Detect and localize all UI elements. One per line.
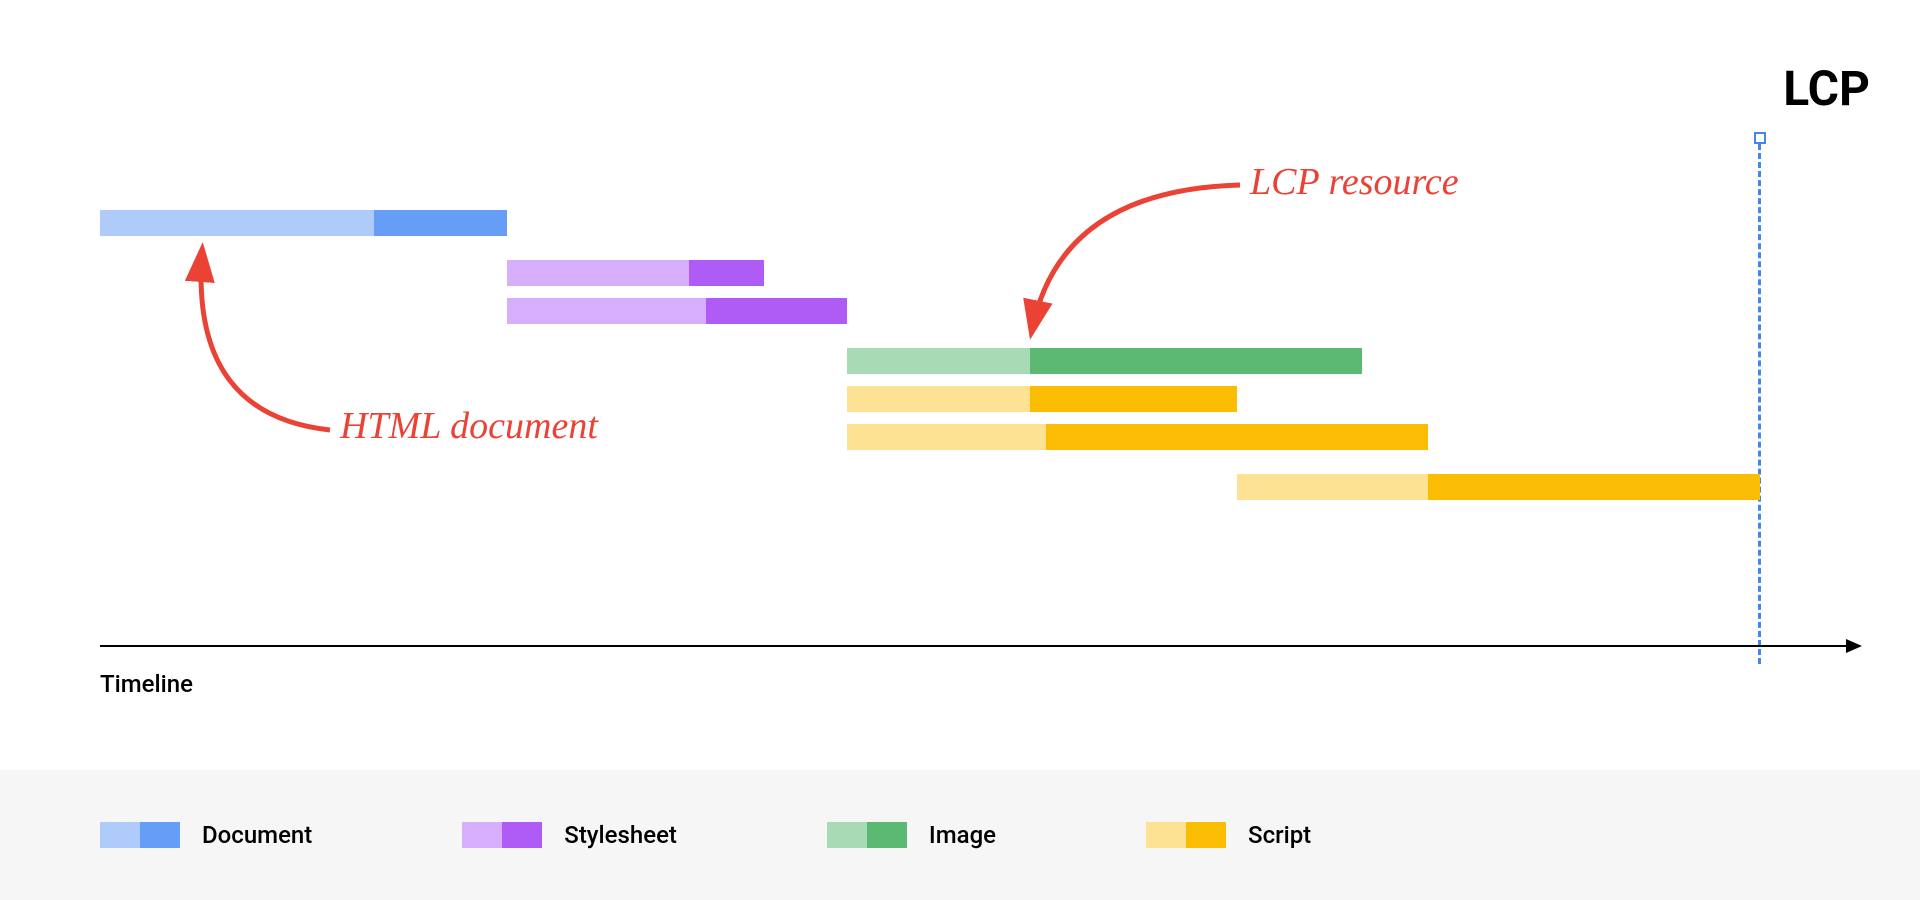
resource-bar-script [847, 386, 1237, 412]
legend-label: Document [202, 821, 312, 849]
chart-area: LCP Timeline [100, 80, 1860, 700]
timeline-axis [100, 645, 1860, 647]
resource-bar-image [847, 348, 1362, 374]
annotation-lcp-resource: LCP resource [1250, 160, 1459, 204]
swatch-icon [462, 822, 542, 848]
resource-bar-stylesheet [507, 260, 764, 286]
resource-bar-stylesheet [507, 298, 847, 324]
legend-item-image: Image [827, 821, 996, 849]
resource-bar-script [847, 424, 1428, 450]
legend-label: Stylesheet [564, 821, 677, 849]
arrow-icon [1000, 170, 1260, 350]
legend-label: Image [929, 821, 996, 849]
legend-label: Script [1248, 821, 1311, 849]
lcp-label: LCP [1783, 60, 1870, 117]
lcp-marker-line [1758, 144, 1761, 664]
legend: Document Stylesheet Image Script [0, 770, 1920, 900]
swatch-icon [827, 822, 907, 848]
swatch-icon [100, 822, 180, 848]
legend-item-stylesheet: Stylesheet [462, 821, 677, 849]
resource-bar-document [100, 210, 507, 236]
resource-bar-script [1237, 474, 1760, 500]
annotation-html-document: HTML document [340, 404, 598, 448]
timeline-axis-label: Timeline [100, 670, 193, 698]
swatch-icon [1146, 822, 1226, 848]
legend-item-script: Script [1146, 821, 1311, 849]
lcp-marker-icon [1754, 132, 1766, 144]
legend-item-document: Document [100, 821, 312, 849]
